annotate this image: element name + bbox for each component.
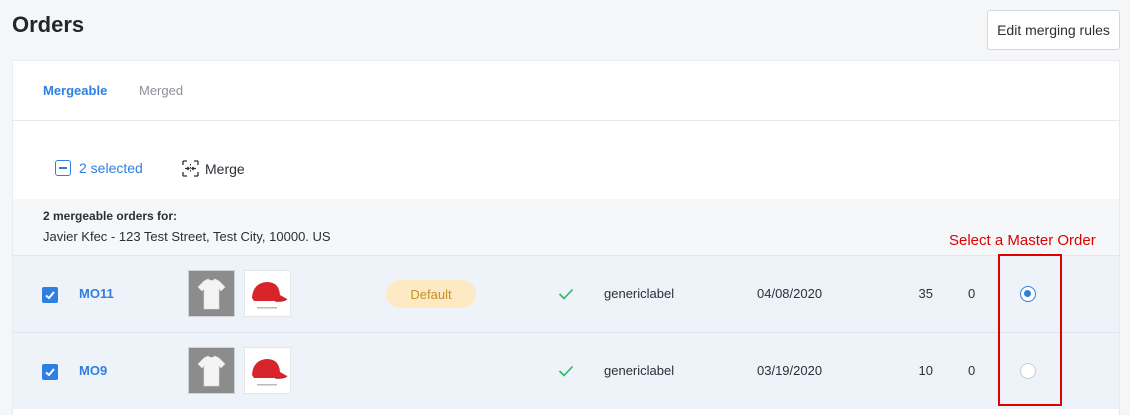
cap-icon [252, 282, 288, 309]
table-row[interactable]: MO9 genericlabel 03/19/2020 10 0 [13, 332, 1119, 409]
cap-thumbnail [244, 347, 291, 394]
order-link[interactable]: MO11 [79, 286, 114, 301]
carrier-label: genericlabel [604, 286, 675, 301]
cap-thumbnail [244, 270, 291, 317]
indeterminate-checkbox-icon[interactable] [55, 160, 71, 176]
tshirt-icon [197, 278, 226, 310]
page-title: Orders [12, 12, 85, 37]
row-checkbox[interactable] [42, 364, 58, 380]
merge-button[interactable]: Merge [182, 160, 245, 177]
carrier-label: genericlabel [604, 363, 675, 378]
table-row[interactable]: MO11 Default genericlabel 04/08/2020 35 … [13, 255, 1119, 332]
cap-icon [252, 359, 288, 386]
merge-label: Merge [205, 160, 245, 177]
default-badge: Default [386, 280, 476, 308]
annotation-highlight-box [998, 254, 1062, 406]
selected-count: 2 selected [79, 160, 143, 176]
group-address: Javier Kfec - 123 Test Street, Test City… [43, 229, 331, 244]
order-date: 03/19/2020 [757, 363, 823, 378]
annotation-label: Select a Master Order [949, 232, 1096, 249]
merge-icon [182, 160, 199, 177]
group-title: 2 mergeable orders for: [43, 209, 178, 223]
order-link[interactable]: MO9 [79, 363, 107, 378]
check-icon [558, 288, 574, 300]
tshirt-icon [197, 355, 226, 387]
tshirt-thumbnail [188, 347, 235, 394]
selection-toggle[interactable]: 2 selected [55, 160, 143, 176]
tab-merged[interactable]: Merged [139, 83, 183, 98]
row-checkbox[interactable] [42, 287, 58, 303]
order-count: 0 [968, 363, 976, 378]
tab-mergeable[interactable]: Mergeable [43, 83, 107, 98]
checkmark-icon [45, 368, 55, 377]
checkmark-icon [45, 291, 55, 300]
order-quantity: 35 [918, 286, 933, 301]
check-icon [558, 365, 574, 377]
order-date: 04/08/2020 [757, 286, 823, 301]
order-count: 0 [968, 286, 976, 301]
bulk-actions-bar: 2 selected Merge [13, 121, 1119, 199]
order-quantity: 10 [918, 363, 933, 378]
edit-merging-rules-button[interactable]: Edit merging rules [987, 10, 1120, 50]
tab-bar: Mergeable Merged [13, 61, 1119, 121]
tshirt-thumbnail [188, 270, 235, 317]
